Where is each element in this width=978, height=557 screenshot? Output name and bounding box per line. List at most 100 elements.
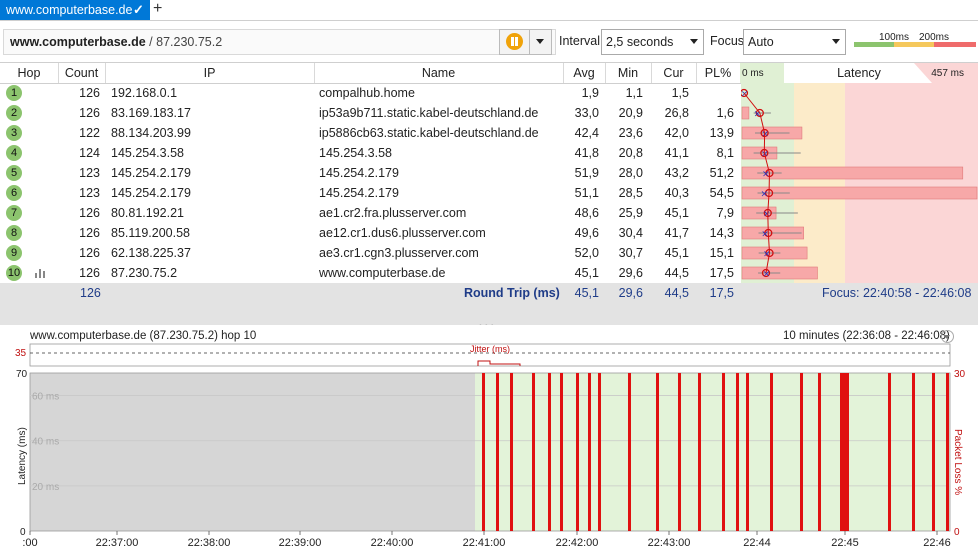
ip-cell: 192.168.0.1 — [111, 86, 178, 100]
table-row[interactable]: 9 126 62.138.225.37 ae3.cr1.cgn3.plusserver… — [0, 243, 740, 263]
add-tab-icon[interactable]: + — [153, 0, 162, 18]
ip-cell: 62.138.225.37 — [111, 246, 191, 260]
packet-loss-spike — [678, 373, 681, 531]
target-host: www.computerbase.de — [10, 35, 146, 49]
summary-min: 29,6 — [618, 286, 643, 300]
col-count-header[interactable]: Count — [58, 63, 106, 83]
avg-cell: 51,9 — [574, 166, 599, 180]
legend-red-bar — [934, 42, 976, 47]
packet-loss-spike — [770, 373, 773, 531]
pl-cell: 7,9 — [716, 206, 734, 220]
cur-marker: × — [761, 130, 769, 140]
latency-graph-column: ×××××××××× — [741, 83, 978, 283]
summary-count: 126 — [80, 286, 101, 300]
focus-region — [475, 373, 950, 531]
min-cell: 28,5 — [618, 186, 643, 200]
min-cell: 29,6 — [618, 266, 643, 280]
min-cell: 23,6 — [618, 126, 643, 140]
col-avg-header[interactable]: Avg — [563, 63, 606, 83]
hostname-cell: compalhub.home — [319, 86, 415, 100]
packet-loss-spike — [846, 373, 849, 531]
count-cell: 124 — [79, 146, 100, 160]
timeline-chart-panel: www.computerbase.de (87.230.75.2) hop 10… — [0, 325, 978, 557]
summary-avg: 45,1 — [574, 286, 599, 300]
hostname-cell: ip53a9b711.static.kabel-deutschland.de — [319, 106, 539, 120]
cur-cell: 41,7 — [664, 226, 689, 240]
hostname-cell: ae1.cr2.fra.plusserver.com — [319, 206, 467, 220]
hostname-cell: www.computerbase.de — [319, 266, 446, 280]
hop-number-badge: 10 — [6, 265, 22, 281]
col-latency-header[interactable]: 0 ms Latency 457 ms — [740, 63, 978, 83]
focus-select[interactable]: Auto — [743, 29, 846, 55]
table-row[interactable]: 7 126 80.81.192.21 ae1.cr2.fra.plusserver.c… — [0, 203, 740, 223]
col-pl-header[interactable]: PL% — [696, 63, 741, 83]
cur-cell: 40,3 — [664, 186, 689, 200]
x-tick-label: :00 — [22, 537, 37, 549]
table-row[interactable]: 6 123 145.254.2.179 145.254.2.179 51,1 28,5 40… — [0, 183, 740, 203]
x-tick-label: 22:37:00 — [96, 537, 139, 549]
interval-select[interactable]: 2,5 seconds — [601, 29, 704, 55]
chevron-down-icon — [536, 39, 544, 44]
col-cur-header[interactable]: Cur — [651, 63, 697, 83]
col-ip-header[interactable]: IP — [105, 63, 315, 83]
cur-cell: 26,8 — [664, 106, 689, 120]
table-row[interactable]: 8 126 85.119.200.58 ae12.cr1.dus6.plusserve… — [0, 223, 740, 243]
col-hop-header[interactable]: Hop — [0, 63, 59, 83]
avg-cell: 1,9 — [581, 86, 599, 100]
packet-loss-spike — [548, 373, 551, 531]
pause-dropdown-button[interactable] — [529, 29, 552, 55]
interval-value: 2,5 seconds — [606, 35, 674, 49]
packet-loss-spike — [482, 373, 485, 531]
packet-loss-spike — [946, 373, 949, 531]
interval-label: Interval — [559, 34, 600, 48]
table-row[interactable]: 5 123 145.254.2.179 145.254.2.179 51,9 28,0 43… — [0, 163, 740, 183]
hop-number-badge: 4 — [6, 145, 22, 161]
x-tick-label: 22:45 — [831, 537, 859, 549]
tab-computerbase[interactable]: www.computerbase.de ✓ — [0, 0, 150, 20]
pause-button[interactable] — [499, 29, 531, 55]
table-row[interactable]: 4 124 145.254.3.58 145.254.3.58 41,8 20,8 41,1… — [0, 143, 740, 163]
legend-green-bar — [854, 42, 894, 47]
target-ip: / 87.230.75.2 — [149, 35, 223, 49]
cur-cell: 43,2 — [664, 166, 689, 180]
count-cell: 126 — [79, 266, 100, 280]
x-tick-label: 22:40:00 — [371, 537, 414, 549]
hop-number-badge: 6 — [6, 185, 22, 201]
hostname-cell: 145.254.2.179 — [319, 166, 399, 180]
target-address-field[interactable]: www.computerbase.de / 87.230.75.2 — [3, 29, 556, 55]
x-tick-label: 22:39:00 — [279, 537, 322, 549]
y-right-tick-max: 30 — [954, 369, 966, 380]
bar-chart-icon[interactable] — [35, 267, 46, 281]
latency-timeline-chart[interactable]: 35 Jitter (ms)60 ms40 ms20 ms700300Latenc… — [0, 325, 978, 557]
col-name-header[interactable]: Name — [314, 63, 564, 83]
hop-number-badge: 7 — [6, 205, 22, 221]
packet-loss-spike — [496, 373, 499, 531]
packet-loss-spike — [722, 373, 725, 531]
ip-cell: 88.134.203.99 — [111, 126, 191, 140]
x-tick-label: 22:42:00 — [556, 537, 599, 549]
packet-loss-spike — [560, 373, 563, 531]
packet-loss-bar — [741, 106, 750, 120]
packet-loss-spike — [932, 373, 935, 531]
count-cell: 126 — [79, 226, 100, 240]
packet-loss-spike — [598, 373, 601, 531]
count-cell: 126 — [79, 246, 100, 260]
pl-cell: 51,2 — [709, 166, 734, 180]
min-cell: 20,8 — [618, 146, 643, 160]
cur-cell: 45,1 — [664, 206, 689, 220]
avg-cell: 45,1 — [574, 266, 599, 280]
table-row[interactable]: 2 126 83.169.183.17 ip53a9b711.static.kabel… — [0, 103, 740, 123]
jitter-y-tick: 35 — [15, 348, 27, 359]
packet-loss-spike — [698, 373, 701, 531]
ip-cell: 145.254.2.179 — [111, 186, 191, 200]
table-row[interactable]: 3 122 88.134.203.99 ip5886cb63.static.kabel… — [0, 123, 740, 143]
cur-cell: 44,5 — [664, 266, 689, 280]
avg-cell: 49,6 — [574, 226, 599, 240]
col-min-header[interactable]: Min — [605, 63, 652, 83]
cur-marker: × — [763, 210, 771, 220]
table-row[interactable]: 10 126 87.230.75.2 www.computerbase.de 45,1 2… — [0, 263, 740, 283]
avg-cell: 52,0 — [574, 246, 599, 260]
packet-loss-spike — [888, 373, 891, 531]
pl-cell: 17,5 — [709, 266, 734, 280]
table-row[interactable]: 1 126 192.168.0.1 compalhub.home 1,9 1,1 1,5 — [0, 83, 740, 103]
